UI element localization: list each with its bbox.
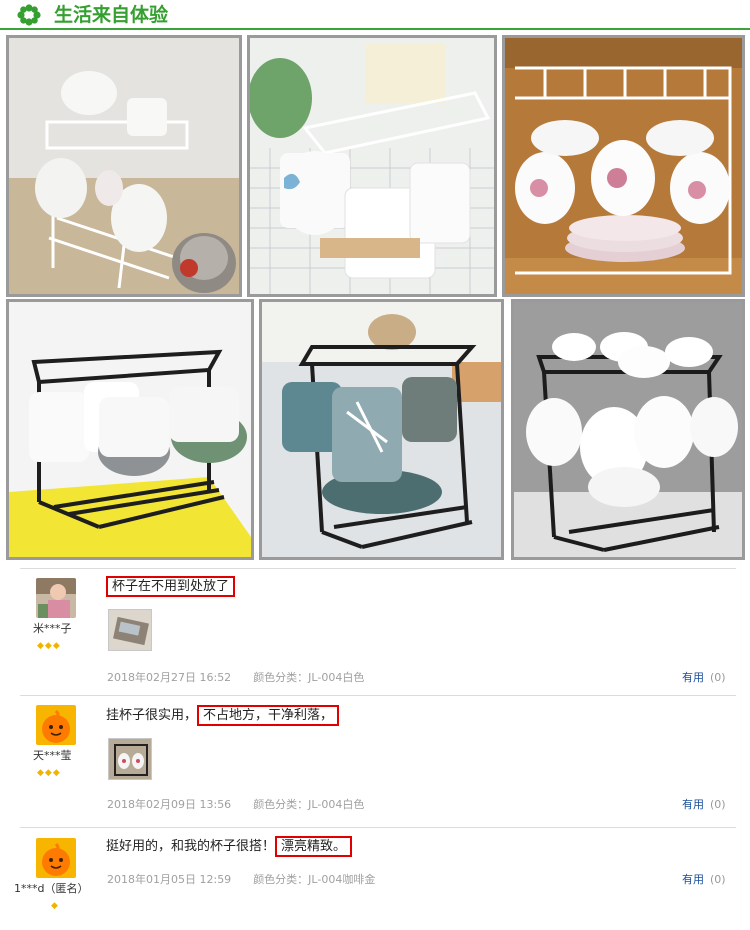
review-photo-thumbnail[interactable] xyxy=(108,609,152,651)
comment-text: 挂杯子很实用， xyxy=(106,708,198,723)
review-date: 2018年01月05日 12:59 xyxy=(107,873,232,886)
comment-highlight: 漂亮精致。 xyxy=(275,836,353,857)
username: 米***子 xyxy=(33,622,72,635)
avatar[interactable] xyxy=(36,705,76,745)
useful-count: (0) xyxy=(710,671,726,684)
review-item: 天***莹 ◆◆◆ 挂杯子很实用， 不占地方，干净利落， 2018年02月09日 … xyxy=(0,696,750,827)
product-photo-white-rack-mugs[interactable] xyxy=(247,35,497,297)
section-title: 生活来自体验 xyxy=(54,4,169,26)
review-item: 米***子 ◆◆◆ 杯子在不用到处放了 2018年02月27日 16:52 颜色分… xyxy=(0,569,750,695)
review-meta: 2018年02月27日 16:52 颜色分类：JL-004白色 xyxy=(107,669,364,685)
sku-spec: 颜色分类：JL-004白色 xyxy=(253,671,365,684)
review-date: 2018年02月09日 13:56 xyxy=(107,798,232,811)
useful-count: (0) xyxy=(710,798,726,811)
review-comment: 挂杯子很实用， 不占地方，干净利落， xyxy=(106,705,340,726)
useful-label[interactable]: 有用 xyxy=(682,873,704,886)
product-photo-black-rack-yellow-tray[interactable] xyxy=(6,299,254,560)
avatar[interactable] xyxy=(36,838,76,878)
username: 1***d（匿名） xyxy=(14,882,89,895)
useful-label[interactable]: 有用 xyxy=(682,671,704,684)
product-photo-black-rack-leaf-mugs[interactable] xyxy=(259,299,504,560)
useful-button[interactable]: 有用 (0) xyxy=(682,669,726,685)
review-photo-thumbnail[interactable] xyxy=(108,738,152,780)
sku-spec: 颜色分类：JL-004咖啡金 xyxy=(253,873,376,886)
product-photo-white-rack-floral-cups[interactable] xyxy=(502,35,745,297)
user-rank-icon: ◆◆◆ xyxy=(37,641,61,651)
review-meta: 2018年02月09日 13:56 颜色分类：JL-004白色 xyxy=(107,796,364,812)
avatar[interactable] xyxy=(36,578,76,618)
sku-spec: 颜色分类：JL-004白色 xyxy=(253,798,365,811)
product-photo-white-rack-kettle[interactable] xyxy=(6,35,242,297)
review-comment: 挺好用的，和我的杯子很搭！ 漂亮精致。 xyxy=(106,836,353,857)
review-date: 2018年02月27日 16:52 xyxy=(107,671,232,684)
comment-text: 挺好用的，和我的杯子很搭！ xyxy=(106,839,276,854)
green-flower-icon xyxy=(17,4,41,26)
useful-count: (0) xyxy=(710,873,726,886)
section-header: 生活来自体验 xyxy=(0,0,750,30)
useful-button[interactable]: 有用 (0) xyxy=(682,871,726,887)
user-rank-icon: ◆◆◆ xyxy=(37,768,61,778)
username: 天***莹 xyxy=(33,749,72,762)
product-photo-black-rack-white-teacups[interactable] xyxy=(511,299,745,560)
user-rank-icon: ◆ xyxy=(51,901,59,911)
review-item: 1***d（匿名） ◆ 挺好用的，和我的杯子很搭！ 漂亮精致。 2018年01月0… xyxy=(0,828,750,930)
comment-highlight: 杯子在不用到处放了 xyxy=(106,576,236,597)
review-meta: 2018年01月05日 12:59 颜色分类：JL-004咖啡金 xyxy=(107,871,375,887)
useful-label[interactable]: 有用 xyxy=(682,798,704,811)
review-comment: 杯子在不用到处放了 xyxy=(106,576,236,597)
comment-highlight: 不占地方，干净利落， xyxy=(197,705,340,726)
header-divider xyxy=(0,28,750,30)
useful-button[interactable]: 有用 (0) xyxy=(682,796,726,812)
